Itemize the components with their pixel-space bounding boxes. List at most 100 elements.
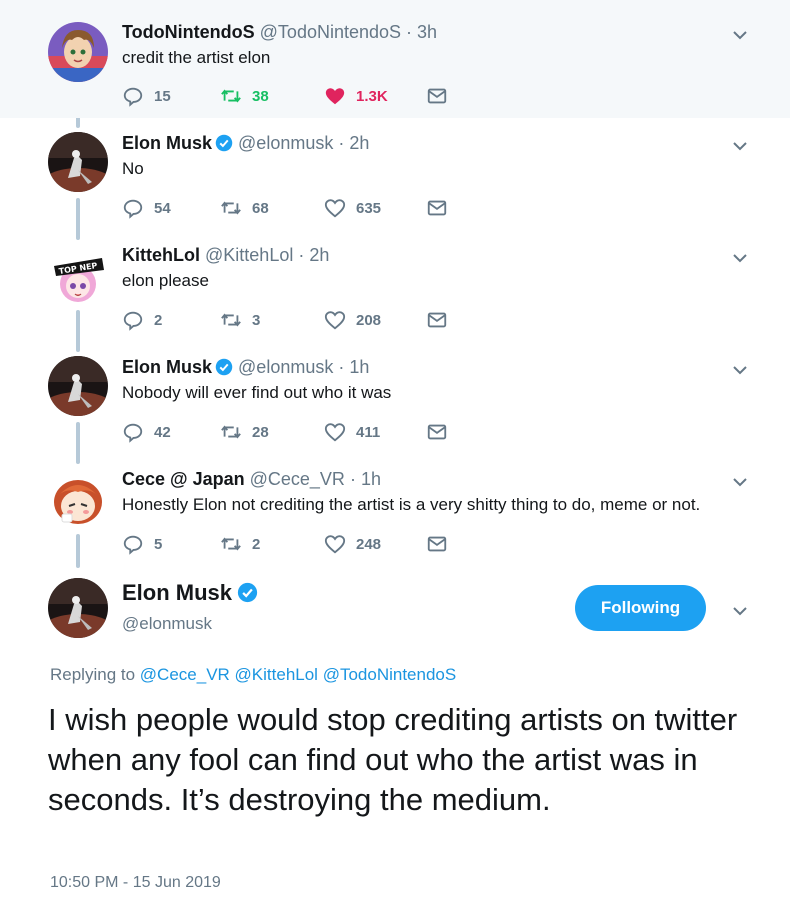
like-button[interactable]: 1.3K <box>324 84 388 108</box>
conversation-thread: TodoNintendoS @TodoNintendoS · 3h credit… <box>0 0 790 898</box>
avatar[interactable] <box>48 132 108 192</box>
heart-icon <box>324 311 346 330</box>
reply-button[interactable]: 54 <box>122 196 171 220</box>
author-handle[interactable]: @Cece_VR <box>250 469 345 489</box>
heart-icon <box>324 199 346 218</box>
like-button[interactable]: 248 <box>324 532 381 556</box>
replying-to: Replying to @Cece_VR @KittehLol @TodoNin… <box>50 665 456 685</box>
envelope-icon <box>427 200 447 216</box>
reply-icon <box>123 199 143 219</box>
verified-badge-icon <box>215 358 233 376</box>
chevron-down-icon[interactable] <box>732 138 748 154</box>
reply-icon <box>123 87 143 107</box>
verified-badge-icon <box>237 582 258 603</box>
retweet-count: 28 <box>252 423 269 441</box>
tweet-actions: 42 28 411 <box>122 420 462 444</box>
tweet-actions: 15 38 1.3K <box>122 84 462 108</box>
like-count: 1.3K <box>356 87 388 105</box>
avatar[interactable] <box>48 468 108 528</box>
direct-message-button[interactable] <box>426 196 458 220</box>
tweet-time[interactable]: · 2h <box>298 245 329 265</box>
retweet-button[interactable]: 28 <box>220 420 269 444</box>
reply-tweet[interactable]: Elon Musk @elonmusk · 1h Nobody will eve… <box>0 342 790 454</box>
reply-button[interactable]: 2 <box>122 308 162 332</box>
retweet-count: 68 <box>252 199 269 217</box>
retweet-icon <box>221 425 241 439</box>
reply-count: 5 <box>154 535 163 553</box>
retweet-count: 38 <box>252 87 269 105</box>
envelope-icon <box>427 88 447 104</box>
reply-button[interactable]: 5 <box>122 532 162 556</box>
direct-message-button[interactable] <box>426 308 458 332</box>
like-button[interactable]: 208 <box>324 308 381 332</box>
author-name[interactable]: KittehLol <box>122 245 200 265</box>
envelope-icon <box>427 424 447 440</box>
heart-icon <box>324 535 346 554</box>
author-name[interactable]: Elon Musk <box>122 580 232 605</box>
author-name[interactable]: Cece @ Japan <box>122 469 245 489</box>
following-button[interactable]: Following <box>575 585 706 631</box>
author-handle[interactable]: @TodoNintendoS <box>260 22 401 42</box>
reply-tweet[interactable]: TodoNintendoS @TodoNintendoS · 3h credit… <box>0 0 790 118</box>
reply-icon <box>123 535 143 555</box>
chevron-down-icon[interactable] <box>732 27 748 43</box>
reply-icon <box>123 423 143 443</box>
like-count: 635 <box>356 199 382 217</box>
mention-link[interactable]: @TodoNintendoS <box>323 665 457 684</box>
verified-badge-icon <box>215 134 233 152</box>
heart-icon <box>324 423 346 442</box>
reply-tweet[interactable]: Cece @ Japan @Cece_VR · 1h Honestly Elon… <box>0 454 790 566</box>
chevron-down-icon[interactable] <box>732 362 748 378</box>
chevron-down-icon[interactable] <box>732 474 748 490</box>
reply-button[interactable]: 42 <box>122 420 171 444</box>
avatar[interactable] <box>48 22 108 82</box>
tweet-timestamp[interactable]: 10:50 PM - 15 Jun 2019 <box>50 874 221 892</box>
like-button[interactable]: 411 <box>324 420 380 444</box>
reply-button[interactable]: 15 <box>122 84 171 108</box>
tweet-actions: 54 68 635 <box>122 196 462 220</box>
tweet-actions: 2 3 208 <box>122 308 462 332</box>
author-handle[interactable]: @elonmusk <box>122 614 212 634</box>
author-handle[interactable]: @elonmusk <box>238 133 333 153</box>
tweet-time[interactable]: · 2h <box>338 133 369 153</box>
tweet-actions: 5 2 248 <box>122 532 462 556</box>
author-name[interactable]: Elon Musk <box>122 357 212 377</box>
author-handle[interactable]: @KittehLol <box>205 245 293 265</box>
direct-message-button[interactable] <box>426 532 458 556</box>
direct-message-button[interactable] <box>426 84 458 108</box>
author-name[interactable]: TodoNintendoS <box>122 22 255 42</box>
tweet-time[interactable]: · 1h <box>338 357 369 377</box>
tweet-text: Honestly Elon not crediting the artist i… <box>122 495 701 514</box>
direct-message-button[interactable] <box>426 420 458 444</box>
tweet-time[interactable]: · 1h <box>350 469 381 489</box>
avatar[interactable]: TOP NEP <box>48 244 108 304</box>
tweet-text: Nobody will ever find out who it was <box>122 383 392 402</box>
retweet-button[interactable]: 2 <box>220 532 260 556</box>
avatar[interactable] <box>48 356 108 416</box>
retweet-icon <box>221 537 241 551</box>
reply-count: 15 <box>154 87 171 105</box>
avatar[interactable] <box>48 578 108 638</box>
reply-tweet[interactable]: TOP NEP KittehLol @KittehLol · 2h elon p… <box>0 230 790 342</box>
tweet-time[interactable]: · 3h <box>406 22 437 42</box>
like-count: 411 <box>356 423 381 441</box>
author-handle[interactable]: @elonmusk <box>238 357 333 377</box>
retweet-count: 2 <box>252 535 261 553</box>
reply-count: 42 <box>154 423 171 441</box>
mention-link[interactable]: @KittehLol <box>235 665 318 684</box>
reply-count: 54 <box>154 199 171 217</box>
retweet-icon <box>221 313 241 327</box>
reply-tweet[interactable]: Elon Musk @elonmusk · 2h No 54 68 635 <box>0 118 790 230</box>
retweet-icon <box>221 201 241 215</box>
tweet-text: I wish people would stop crediting artis… <box>48 702 738 817</box>
chevron-down-icon[interactable] <box>732 603 748 619</box>
like-count: 208 <box>356 311 382 329</box>
like-button[interactable]: 635 <box>324 196 381 220</box>
mention-link[interactable]: @Cece_VR <box>140 665 230 684</box>
retweet-button[interactable]: 3 <box>220 308 260 332</box>
chevron-down-icon[interactable] <box>732 250 748 266</box>
retweet-button[interactable]: 38 <box>220 84 269 108</box>
retweet-icon <box>221 89 241 103</box>
retweet-button[interactable]: 68 <box>220 196 269 220</box>
author-name[interactable]: Elon Musk <box>122 133 212 153</box>
